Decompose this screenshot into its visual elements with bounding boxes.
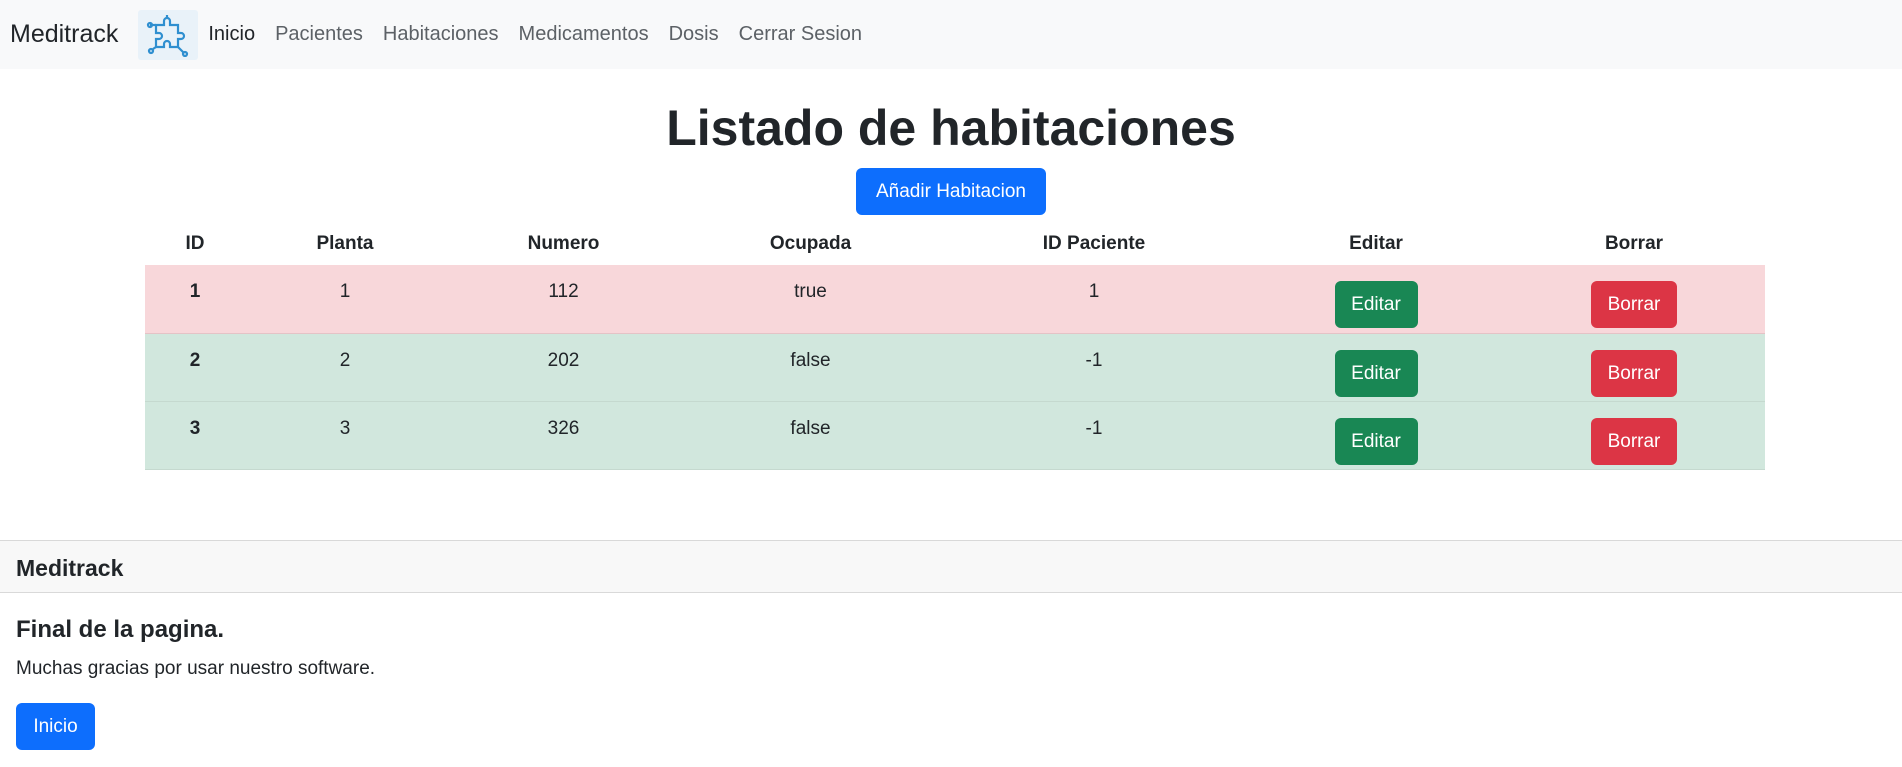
nav-cerrar-sesion[interactable]: Cerrar Sesion xyxy=(739,23,862,46)
footer-title: Final de la pagina. xyxy=(16,616,225,643)
add-button-wrapper: Añadir Habitacion xyxy=(0,168,1902,215)
header-ocupada: Ocupada xyxy=(769,232,852,254)
cell-ocupada: false xyxy=(682,333,939,402)
delete-button[interactable]: Borrar xyxy=(1591,349,1677,397)
cell-delete: Borrar xyxy=(1503,265,1765,334)
header-planta: Planta xyxy=(316,232,374,254)
edit-button[interactable]: Editar xyxy=(1334,417,1418,465)
cell-edit: Editar xyxy=(1249,333,1503,402)
cell-numero: 202 xyxy=(445,333,682,402)
nav-medicamentos[interactable]: Medicamentos xyxy=(519,23,649,46)
cell-id: 3 xyxy=(145,401,245,470)
cell-planta: 3 xyxy=(245,401,445,470)
cell-id: 1 xyxy=(145,265,245,334)
cell-id: 2 xyxy=(145,333,245,402)
header-editar: Editar xyxy=(1349,232,1403,254)
cell-edit: Editar xyxy=(1249,401,1503,470)
page-title: Listado de habitaciones xyxy=(666,100,1236,156)
table-header-row: ID Planta Numero Ocupada ID Paciente Edi… xyxy=(145,222,1765,265)
table-row: 1 1 112 true 1 Editar Borrar xyxy=(145,265,1765,334)
nav-habitaciones[interactable]: Habitaciones xyxy=(383,23,499,46)
footer-home-button[interactable]: Inicio xyxy=(16,703,95,750)
edit-button[interactable]: Editar xyxy=(1334,349,1418,397)
table-row: 2 2 202 false -1 Editar Borrar xyxy=(145,333,1765,402)
cell-numero: 326 xyxy=(445,401,682,470)
cell-edit: Editar xyxy=(1249,265,1503,334)
cell-numero: 112 xyxy=(445,265,682,334)
delete-button[interactable]: Borrar xyxy=(1591,281,1677,328)
add-room-button[interactable]: Añadir Habitacion xyxy=(856,168,1046,215)
cell-delete: Borrar xyxy=(1503,333,1765,402)
navbar: Meditrack Inicio Pacientes Habitaciones … xyxy=(0,0,1902,69)
puzzle-circuit-icon[interactable] xyxy=(138,9,199,60)
cell-delete: Borrar xyxy=(1503,401,1765,470)
cell-paciente: -1 xyxy=(939,401,1249,470)
table-row: 3 3 326 false -1 Editar Borrar xyxy=(145,401,1765,470)
rooms-table: ID Planta Numero Ocupada ID Paciente Edi… xyxy=(145,222,1765,470)
nav-dosis[interactable]: Dosis xyxy=(669,23,719,46)
cell-planta: 1 xyxy=(245,265,445,334)
footer-header: Meditrack xyxy=(0,540,1902,593)
cell-paciente: 1 xyxy=(939,265,1249,334)
cell-ocupada: true xyxy=(682,265,939,334)
cell-planta: 2 xyxy=(245,333,445,402)
nav-pacientes[interactable]: Pacientes xyxy=(275,23,363,46)
cell-ocupada: false xyxy=(682,401,939,470)
header-id-paciente: ID Paciente xyxy=(1042,232,1146,254)
delete-button[interactable]: Borrar xyxy=(1591,417,1677,465)
nav-inicio[interactable]: Inicio xyxy=(208,23,255,46)
edit-button[interactable]: Editar xyxy=(1334,281,1418,328)
brand-link[interactable]: Meditrack xyxy=(10,20,118,49)
header-numero: Numero xyxy=(527,232,600,254)
header-id: ID xyxy=(185,232,205,254)
cell-paciente: -1 xyxy=(939,333,1249,402)
footer-text: Muchas gracias por usar nuestro software… xyxy=(16,658,376,679)
header-borrar: Borrar xyxy=(1604,232,1664,254)
